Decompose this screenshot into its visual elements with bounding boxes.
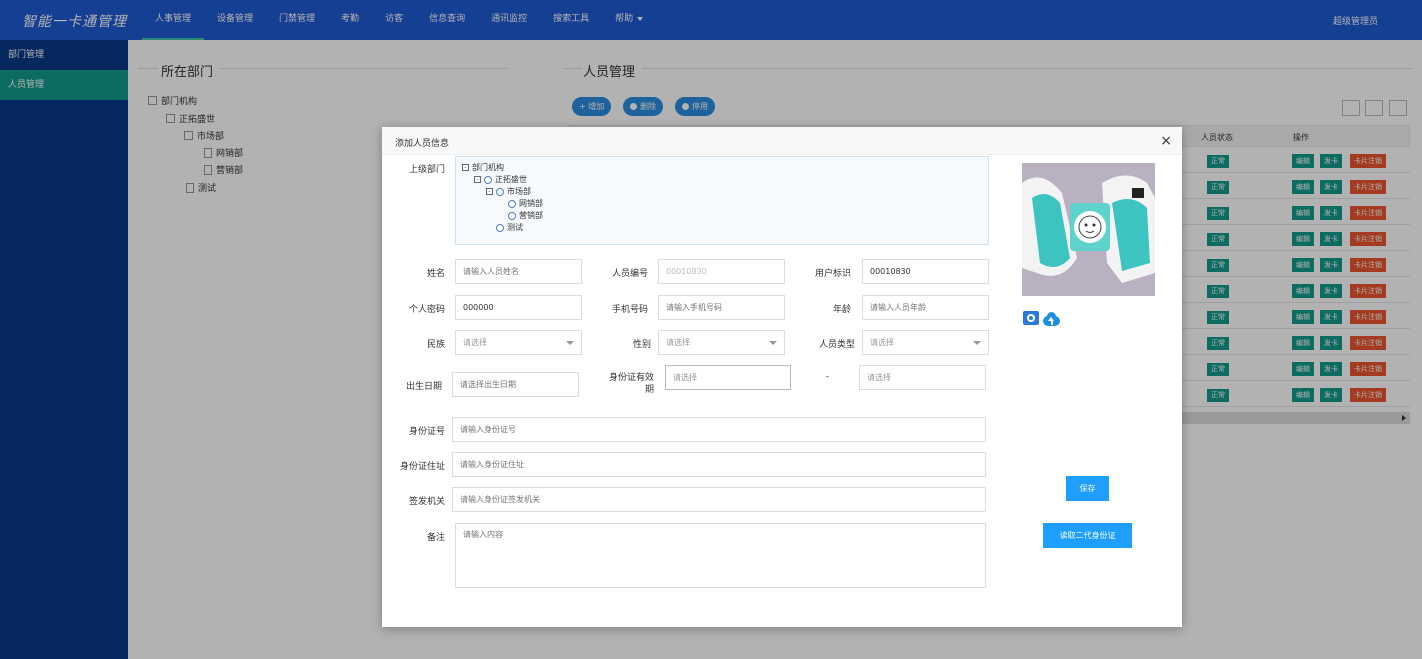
gender-label: 性别	[632, 340, 651, 350]
add-person-dialog: 添加人员信息 × 上级部门 - 部门机构 - 正拓盛世 - 市场部 网销部 营销部 测…	[382, 127, 1182, 627]
birthday-label: 出生日期	[405, 382, 442, 392]
id-addr-input[interactable]	[452, 452, 986, 477]
tree-node[interactable]: 营销部	[508, 210, 543, 221]
tree-node[interactable]: - 市场部	[486, 186, 531, 197]
tree-node-label: 营销部	[519, 211, 543, 220]
chevron-down-icon	[566, 341, 574, 345]
phone-label: 手机号码	[611, 305, 648, 315]
age-input[interactable]	[862, 295, 989, 320]
id-valid-label: 身份证有效期	[608, 373, 654, 395]
chevron-down-icon	[973, 341, 981, 345]
turnstile-image	[1022, 163, 1155, 296]
person-photo	[1022, 163, 1155, 296]
name-label: 姓名	[426, 269, 445, 279]
issuer-label: 签发机关	[408, 497, 445, 507]
dialog-title: 添加人员信息	[395, 139, 450, 149]
user-id-label: 用户标识	[814, 269, 851, 279]
person-type-select[interactable]: 请选择	[862, 330, 989, 355]
radio-icon[interactable]	[508, 199, 516, 208]
tree-node-label: 部门机构	[472, 163, 504, 172]
person-type-value: 请选择	[870, 338, 894, 347]
chevron-down-icon	[769, 341, 777, 345]
tree-node-label: 正拓盛世	[495, 175, 527, 184]
id-no-label: 身份证号	[408, 427, 445, 437]
person-type-label: 人员类型	[818, 340, 855, 350]
tree-node-label: 网销部	[519, 199, 543, 208]
parent-dept-label: 上级部门	[408, 165, 445, 175]
close-icon[interactable]: ×	[1160, 133, 1172, 149]
gender-value: 请选择	[666, 338, 690, 347]
radio-icon[interactable]	[484, 175, 492, 184]
ethnicity-select[interactable]: 请选择	[455, 330, 582, 355]
issuer-input[interactable]	[452, 487, 986, 512]
collapse-icon[interactable]: -	[486, 188, 493, 195]
id-no-input[interactable]	[452, 417, 986, 442]
parent-dept-tree[interactable]: - 部门机构 - 正拓盛世 - 市场部 网销部 营销部 测试	[455, 156, 989, 245]
emp-no-label: 人员编号	[611, 269, 648, 279]
remark-label: 备注	[426, 533, 445, 543]
radio-icon[interactable]	[508, 211, 516, 220]
name-input[interactable]	[455, 259, 582, 284]
age-label: 年龄	[832, 305, 851, 315]
cloud-upload-icon[interactable]	[1043, 312, 1060, 326]
tree-node-label: 测试	[507, 223, 523, 232]
ethnicity-label: 民族	[426, 340, 445, 350]
dialog-header: 添加人员信息 ×	[382, 127, 1182, 155]
tree-node-label: 市场部	[507, 187, 531, 196]
tree-node[interactable]: 网销部	[508, 198, 543, 209]
phone-input[interactable]	[658, 295, 785, 320]
id-valid-from-input[interactable]: 请选择	[665, 365, 791, 390]
birthday-input[interactable]	[452, 372, 579, 397]
radio-icon[interactable]	[496, 187, 504, 196]
password-field[interactable]: 000000	[455, 295, 582, 320]
tree-node[interactable]: - 正拓盛世	[474, 174, 527, 185]
read-id-card-button[interactable]: 读取二代身份证	[1043, 523, 1132, 548]
user-id-field[interactable]: 00010830	[862, 259, 989, 284]
emp-no-field[interactable]: 00010830	[658, 259, 785, 284]
camera-icon[interactable]	[1023, 311, 1039, 325]
gender-select[interactable]: 请选择	[658, 330, 785, 355]
save-button[interactable]: 保存	[1066, 476, 1109, 501]
password-label: 个人密码	[408, 305, 445, 315]
id-valid-separator: -	[825, 372, 829, 382]
tree-node[interactable]: - 部门机构	[462, 162, 504, 173]
ethnicity-value: 请选择	[463, 338, 487, 347]
id-addr-label: 身份证住址	[399, 462, 445, 472]
collapse-icon[interactable]: -	[462, 164, 469, 171]
remark-textarea[interactable]	[455, 523, 986, 588]
collapse-icon[interactable]: -	[474, 176, 481, 183]
tree-node[interactable]: 测试	[496, 222, 523, 233]
id-valid-to-input[interactable]: 请选择	[859, 365, 986, 390]
radio-icon[interactable]	[496, 223, 504, 232]
